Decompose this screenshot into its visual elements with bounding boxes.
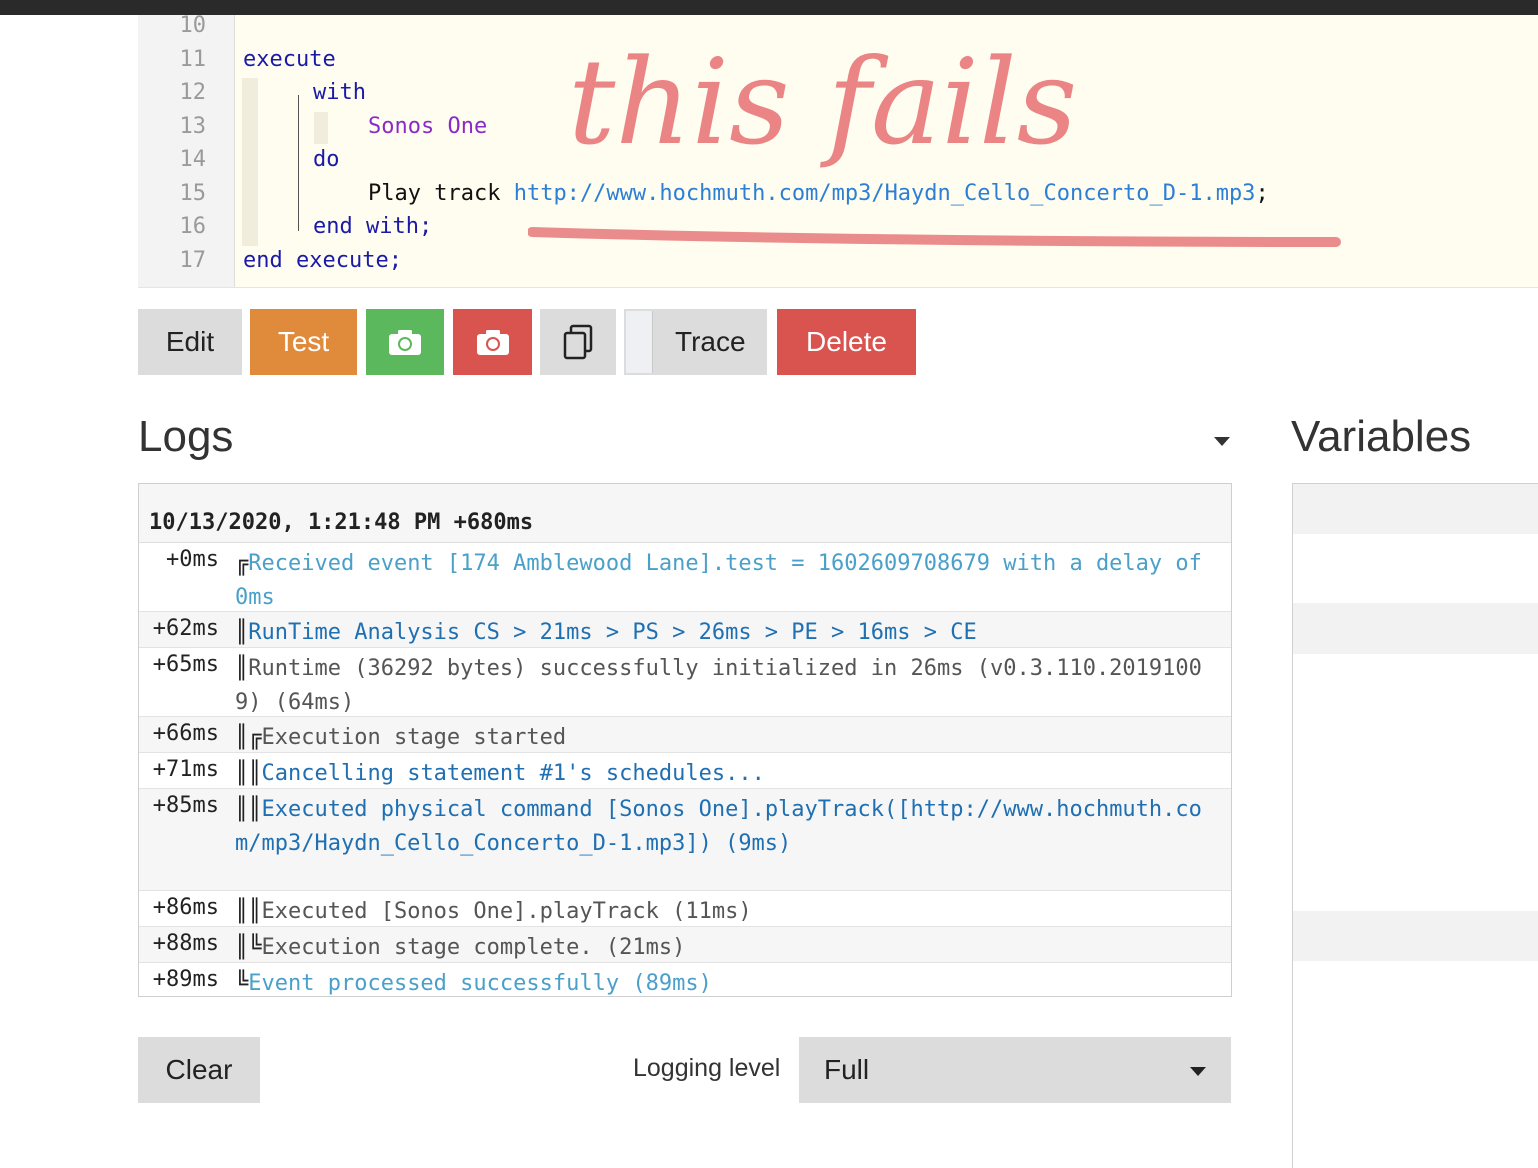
code-semicolon: ;: [1255, 181, 1269, 206]
line-number-gutter: 10 11 12 13 14 15 16 17: [138, 15, 235, 287]
line-number: 12: [179, 80, 207, 105]
code-line-14: do: [313, 147, 340, 172]
indent-guide: [242, 78, 258, 246]
log-tree: ║╚: [235, 935, 262, 960]
delete-button[interactable]: Delete: [777, 309, 916, 375]
clear-logs-button[interactable]: Clear: [138, 1037, 260, 1103]
log-message: ║║Cancelling statement #1's schedules...: [235, 757, 1225, 791]
trace-label: Trace: [675, 326, 746, 357]
log-time: +66ms: [152, 721, 219, 746]
log-time: +71ms: [152, 757, 219, 782]
block-bracket: [298, 95, 299, 231]
line-number: 14: [179, 147, 207, 172]
log-text: Event processed successfully (89ms): [248, 971, 712, 996]
annotation-underline: [528, 227, 1341, 247]
log-tree: ║: [235, 620, 249, 645]
log-message: ╚Event processed successfully (89ms): [235, 967, 1225, 996]
window-top-bar: [0, 0, 1538, 15]
log-time: +85ms: [152, 793, 219, 818]
log-row: +85ms ║║Executed physical command [Sonos…: [139, 789, 1231, 891]
copy-button[interactable]: [540, 309, 616, 375]
variables-panel: [1292, 483, 1538, 1168]
log-tree: ╔: [235, 551, 249, 576]
line-number: 11: [179, 47, 207, 72]
annotation-text: this fails: [568, 33, 1077, 171]
code-line-12: with: [313, 80, 366, 105]
variables-title: Variables: [1291, 412, 1472, 461]
line-number: 10: [179, 15, 207, 38]
trace-toggle-button[interactable]: Trace: [624, 309, 767, 375]
code-line-11: execute: [243, 47, 336, 72]
logs-collapse-chevron-icon[interactable]: [1214, 437, 1230, 446]
test-button[interactable]: Test: [250, 309, 357, 375]
code-line-16: end with;: [313, 214, 433, 239]
log-row: +86ms ║║Executed [Sonos One].playTrack (…: [139, 891, 1231, 927]
handwritten-annotation: this fails: [568, 33, 1077, 171]
log-text: Execution stage started: [261, 725, 567, 750]
log-time: +86ms: [152, 895, 219, 920]
log-row: +71ms ║║Cancelling statement #1's schedu…: [139, 753, 1231, 789]
log-time: +62ms: [152, 616, 219, 641]
log-row: +65ms ║Runtime (36292 bytes) successfull…: [139, 648, 1231, 717]
log-time: +0ms: [166, 547, 219, 572]
log-tree: ╚: [235, 971, 249, 996]
log-time: +89ms: [152, 967, 219, 992]
log-message: ║║Executed physical command [Sonos One].…: [235, 793, 1225, 861]
logging-level-select[interactable]: Full: [799, 1037, 1231, 1103]
snapshot-red-button[interactable]: [453, 309, 532, 375]
log-row: +62ms ║RunTime Analysis CS > 21ms > PS >…: [139, 612, 1231, 648]
line-number: 17: [179, 248, 207, 273]
code-line-17: end execute;: [243, 248, 402, 273]
chevron-down-icon: [1190, 1067, 1206, 1076]
log-message: ║Runtime (36292 bytes) successfully init…: [235, 652, 1225, 720]
code-editor[interactable]: 10 11 12 13 14 15 16 17 execute with Son…: [138, 15, 1538, 288]
log-text: Runtime (36292 bytes) successfully initi…: [235, 656, 1202, 715]
log-text: RunTime Analysis CS > 21ms > PS > 26ms >…: [248, 620, 977, 645]
line-number: 15: [179, 181, 207, 206]
variables-row: [1293, 603, 1538, 654]
snapshot-green-button[interactable]: [366, 309, 444, 375]
camera-icon: [476, 330, 509, 355]
line-number: 13: [179, 114, 207, 139]
code-command: Play track: [368, 181, 514, 206]
log-time: +65ms: [152, 652, 219, 677]
code-line-13: Sonos One: [368, 114, 488, 139]
log-row: +0ms ╔Received event [174 Amblewood Lane…: [139, 543, 1231, 612]
edit-button[interactable]: Edit: [138, 309, 242, 375]
log-row: +89ms ╚Event processed successfully (89m…: [139, 963, 1231, 996]
variables-row: [1293, 911, 1538, 961]
log-message: ╔Received event [174 Amblewood Lane].tes…: [235, 547, 1225, 615]
logs-panel: 10/13/2020, 1:21:48 PM +680ms +0ms ╔Rece…: [138, 483, 1232, 997]
log-group-header: 10/13/2020, 1:21:48 PM +680ms: [139, 484, 1231, 543]
log-tree: ║║: [235, 797, 262, 822]
camera-icon: [389, 330, 421, 355]
log-message: ║RunTime Analysis CS > 21ms > PS > 26ms …: [235, 616, 1225, 650]
log-timestamp: 10/13/2020, 1:21:48 PM +680ms: [149, 510, 534, 535]
log-text: Received event [174 Amblewood Lane].test…: [235, 551, 1216, 610]
log-row: +88ms ║╚Execution stage complete. (21ms): [139, 927, 1231, 963]
logging-level-label: Logging level: [633, 1054, 781, 1082]
copy-icon: [563, 324, 593, 360]
log-message: ║╚Execution stage complete. (21ms): [235, 931, 1225, 965]
line-number: 16: [179, 214, 207, 239]
log-tree: ║╔: [235, 725, 262, 750]
indent-guide: [314, 112, 328, 144]
log-message: ║╔Execution stage started: [235, 721, 1225, 755]
logs-title: Logs: [138, 412, 234, 461]
log-message: ║║Executed [Sonos One].playTrack (11ms): [235, 895, 1225, 929]
log-row: +66ms ║╔Execution stage started: [139, 717, 1231, 753]
log-text: Execution stage complete. (21ms): [261, 935, 686, 960]
variables-row: [1293, 484, 1538, 534]
log-text: Executed [Sonos One].playTrack (11ms): [261, 899, 752, 924]
log-tree: ║: [235, 656, 249, 681]
code-url[interactable]: http://www.hochmuth.com/mp3/Haydn_Cello_…: [514, 181, 1256, 206]
trace-toggle-indicator: [626, 311, 653, 373]
log-text: Cancelling statement #1's schedules...: [261, 761, 765, 786]
log-time: +88ms: [152, 931, 219, 956]
log-tree: ║║: [235, 761, 262, 786]
logging-level-value: Full: [824, 1054, 870, 1085]
log-text: Executed physical command [Sonos One].pl…: [235, 797, 1202, 856]
log-tree: ║║: [235, 899, 262, 924]
code-line-15: Play track http://www.hochmuth.com/mp3/H…: [368, 181, 1269, 206]
